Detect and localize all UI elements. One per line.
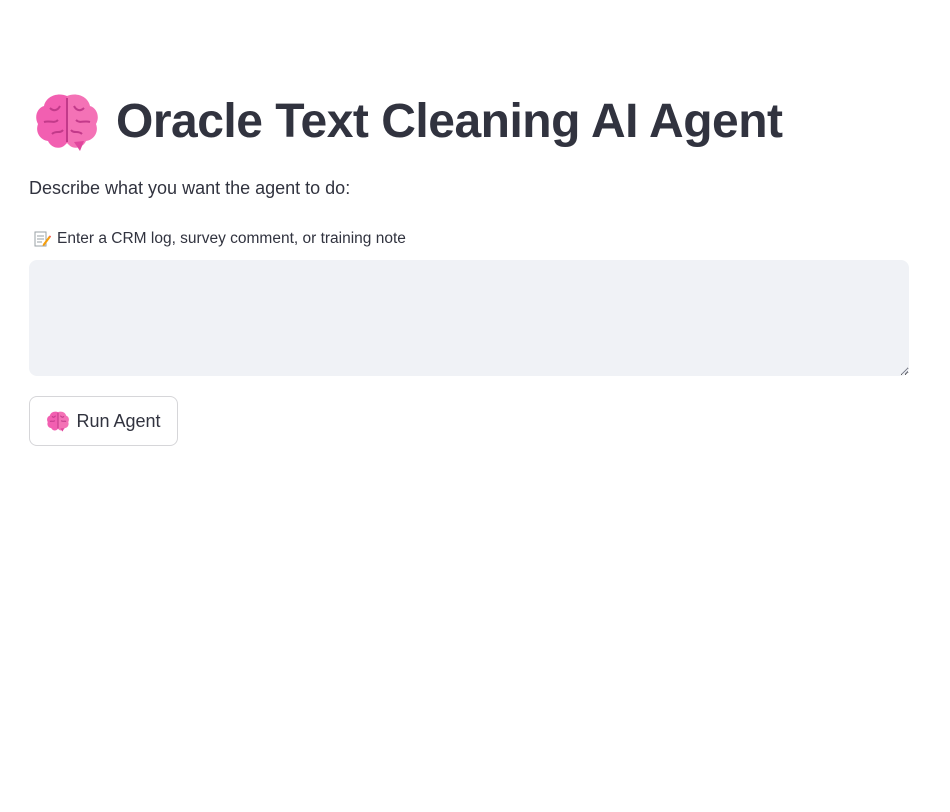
instruction-text: Describe what you want the agent to do:: [29, 178, 351, 198]
page-title: Oracle Text Cleaning AI Agent: [116, 94, 783, 148]
run-agent-button[interactable]: Run Agent: [29, 396, 178, 446]
input-label: Enter a CRM log, survey comment, or trai…: [33, 230, 406, 248]
run-agent-button-label: Run Agent: [76, 410, 161, 431]
brain-icon: [36, 94, 98, 151]
memo-icon: [34, 231, 51, 247]
resize-handle[interactable]: [902, 368, 908, 374]
input-label-text: Enter a CRM log, survey comment, or trai…: [57, 230, 406, 247]
page-header: Oracle Text Cleaning AI Agent: [34, 88, 783, 154]
crm-text-input[interactable]: [29, 260, 909, 376]
app-page: Oracle Text Cleaning AI Agent Describe w…: [0, 0, 950, 812]
brain-icon: [47, 411, 70, 432]
